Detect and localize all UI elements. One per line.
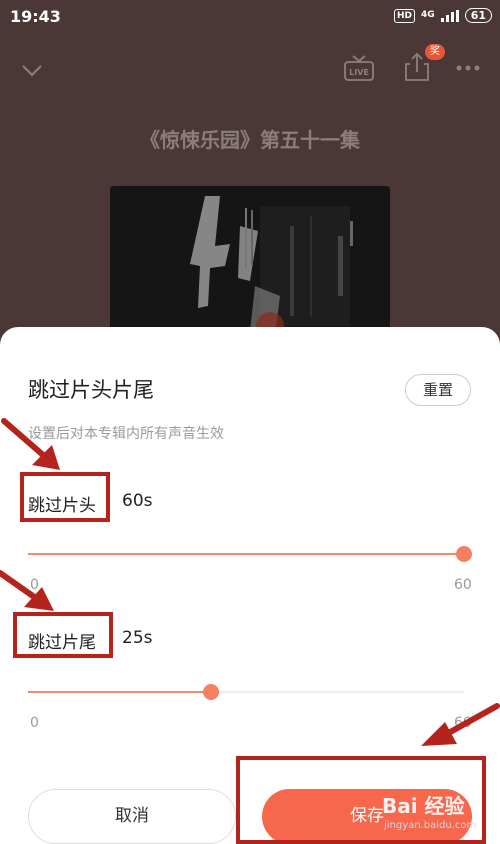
slider-thumb[interactable] <box>203 684 220 700</box>
skip-outro-value: 25s <box>122 628 153 648</box>
status-bar: 19:43 HD 4G 61 <box>0 0 500 34</box>
hd-icon: HD <box>394 8 416 23</box>
slider-fill <box>28 553 464 555</box>
annotation-box-intro <box>20 472 110 522</box>
status-indicators: HD 4G 61 <box>394 8 492 23</box>
svg-text:LIVE: LIVE <box>349 68 369 77</box>
more-icon[interactable] <box>455 58 481 78</box>
episode-title: 《惊悚乐园》第五十一集 <box>140 128 360 152</box>
watermark-url: jingyan.baidu.com <box>384 820 477 831</box>
skip-outro-min: 0 <box>30 715 39 731</box>
skip-intro-value: 60s <box>122 491 153 511</box>
slider-fill <box>28 691 212 693</box>
skip-intro-max: 60 <box>454 577 472 593</box>
battery-icon: 61 <box>464 8 492 23</box>
watermark-brand: Bai 经验 <box>382 794 465 818</box>
network-type: 4G <box>421 10 435 20</box>
annotation-arrow-icon <box>0 570 54 611</box>
reset-button[interactable]: 重置 <box>405 374 471 406</box>
annotation-box-outro <box>13 612 113 658</box>
chevron-down-icon[interactable] <box>20 58 44 82</box>
reward-badge: 奖 <box>425 44 445 60</box>
annotation-arrow-icon <box>421 703 500 746</box>
slider-thumb[interactable] <box>456 546 472 562</box>
annotation-arrow-icon <box>1 418 60 470</box>
status-time: 19:43 <box>10 7 61 26</box>
album-cover <box>110 186 390 346</box>
cancel-button[interactable]: 取消 <box>28 789 236 844</box>
live-tv-icon[interactable]: LIVE <box>343 54 375 82</box>
sheet-title: 跳过片头片尾 <box>28 378 154 402</box>
skip-intro-slider[interactable] <box>28 544 472 564</box>
cover-artwork <box>110 186 390 346</box>
skip-outro-slider[interactable] <box>28 682 464 702</box>
baidu-jingyan-watermark: Bai 经验 jingyan.baidu.com <box>370 785 495 840</box>
signal-icon <box>440 9 459 22</box>
